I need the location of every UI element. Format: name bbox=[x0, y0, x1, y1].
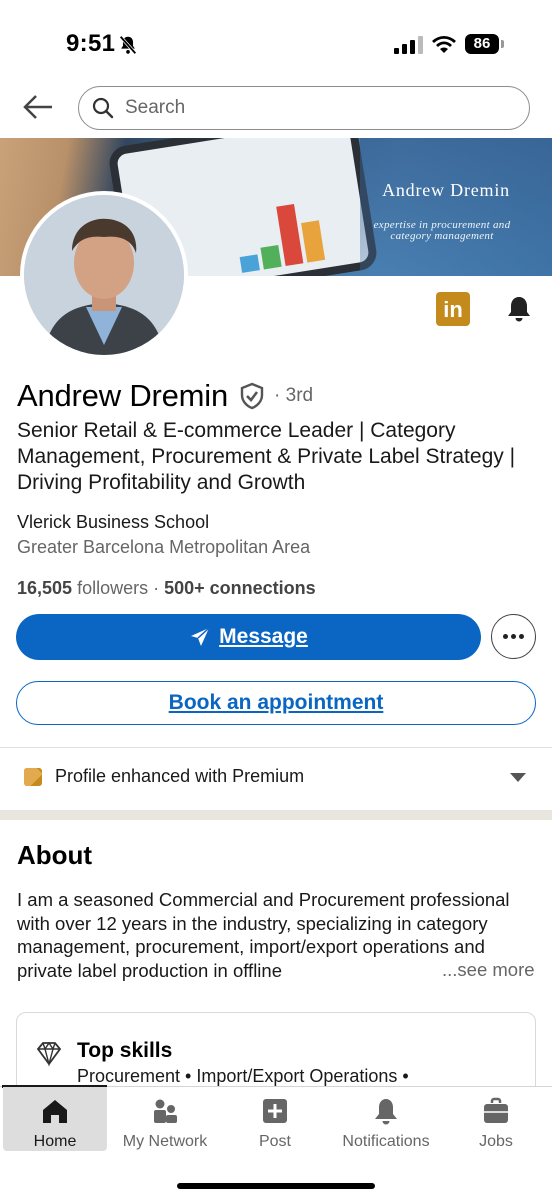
tab-my-network-label: My Network bbox=[122, 1133, 208, 1150]
send-icon bbox=[191, 627, 210, 646]
tab-post[interactable]: Post bbox=[225, 1087, 325, 1151]
message-label: Message bbox=[219, 625, 308, 648]
avatar-photo bbox=[24, 195, 184, 355]
avatar[interactable] bbox=[20, 191, 188, 359]
book-appointment-button[interactable]: Book an appointment bbox=[16, 681, 536, 725]
see-more-link[interactable]: ...see more bbox=[440, 958, 535, 982]
search-icon bbox=[92, 97, 114, 119]
post-icon bbox=[263, 1099, 287, 1123]
tab-home-label: Home bbox=[33, 1133, 77, 1150]
connection-degree: · 3rd bbox=[274, 385, 314, 406]
search-placeholder: Search bbox=[125, 97, 186, 118]
message-button[interactable]: Message bbox=[16, 614, 481, 660]
jobs-icon bbox=[484, 1097, 508, 1123]
cellular-signal-icon bbox=[394, 36, 423, 54]
status-time: 9:51 bbox=[66, 30, 116, 57]
tab-notifications-label: Notifications bbox=[342, 1133, 430, 1150]
tab-my-network[interactable]: My Network bbox=[110, 1087, 220, 1151]
home-indicator[interactable] bbox=[177, 1183, 375, 1189]
profile-location: Greater Barcelona Metropolitan Area bbox=[17, 537, 311, 557]
tab-jobs-label: Jobs bbox=[479, 1133, 513, 1150]
section-divider bbox=[0, 810, 552, 820]
verified-shield-icon[interactable] bbox=[238, 382, 266, 410]
premium-icon bbox=[24, 768, 42, 786]
battery-icon: 86 bbox=[465, 34, 505, 54]
profile-school[interactable]: Vlerick Business School bbox=[17, 512, 209, 533]
followers-count: 16,505 bbox=[17, 578, 73, 598]
premium-row[interactable]: Profile enhanced with Premium bbox=[0, 748, 552, 808]
bell-muted-icon bbox=[119, 35, 137, 55]
status-bar: 9:51 86 bbox=[0, 0, 552, 80]
tab-post-label: Post bbox=[258, 1133, 291, 1150]
about-heading: About bbox=[17, 840, 93, 870]
network-icon bbox=[154, 1099, 177, 1123]
search-input[interactable]: Search bbox=[78, 86, 530, 130]
profile-name-row: Andrew Dremin · 3rd bbox=[17, 378, 313, 414]
profile-stats[interactable]: 16,505 followers · 500+ connections bbox=[17, 578, 316, 599]
connections-count: 500+ connections bbox=[164, 578, 316, 598]
linkedin-badge-button[interactable]: in bbox=[436, 292, 470, 326]
banner-name-text: Andrew Dremin bbox=[382, 180, 510, 200]
notifications-icon bbox=[375, 1099, 397, 1125]
profile-headline: Senior Retail & E-commerce Leader | Cate… bbox=[17, 419, 516, 494]
battery-level: 86 bbox=[465, 34, 499, 54]
top-skills-title: Top skills bbox=[77, 1039, 173, 1062]
notification-bell-icon[interactable] bbox=[504, 294, 534, 324]
profile-name: Andrew Dremin bbox=[17, 378, 229, 413]
wifi-icon bbox=[432, 36, 456, 53]
banner-tagline-line2: category management bbox=[390, 230, 494, 242]
book-appointment-label: Book an appointment bbox=[168, 691, 384, 714]
followers-label: followers · bbox=[72, 578, 165, 598]
diamond-icon bbox=[36, 1041, 62, 1067]
home-icon bbox=[43, 1100, 67, 1123]
more-options-button[interactable] bbox=[491, 614, 536, 659]
chevron-down-icon[interactable] bbox=[510, 773, 526, 782]
banner-tagline: expertise in procurement and category ma… bbox=[354, 220, 530, 242]
tab-home[interactable]: Home bbox=[3, 1087, 107, 1151]
premium-label: Profile enhanced with Premium bbox=[55, 766, 305, 786]
top-skills-list: Procurement • Import/Export Operations • bbox=[77, 1066, 409, 1086]
tab-notifications[interactable]: Notifications bbox=[330, 1087, 442, 1151]
back-arrow-icon[interactable] bbox=[22, 92, 54, 122]
tab-jobs[interactable]: Jobs bbox=[446, 1087, 546, 1151]
